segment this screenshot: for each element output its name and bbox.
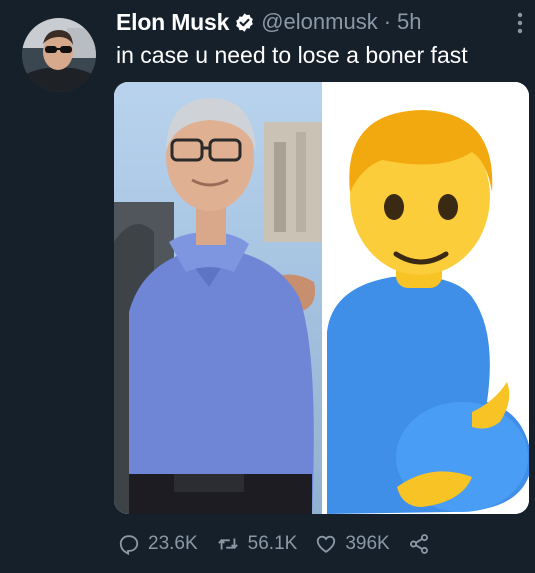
media-photo[interactable] — [114, 82, 322, 514]
tweet[interactable]: Elon Musk @elonmusk · 5h in case u need … — [0, 0, 535, 573]
reply-button[interactable]: 23.6K — [118, 533, 198, 555]
separator-dot: · — [383, 9, 392, 34]
retweet-icon — [217, 538, 238, 550]
retweet-count: 56.1K — [247, 533, 298, 554]
heart-icon — [317, 535, 336, 553]
share-icon — [409, 534, 428, 554]
reply-count: 23.6K — [148, 533, 198, 554]
author-handle[interactable]: @elonmusk — [261, 9, 378, 35]
verified-badge-icon — [234, 12, 255, 33]
tweet-media[interactable] — [114, 82, 529, 514]
avatar[interactable] — [22, 18, 96, 92]
like-count: 396K — [345, 533, 390, 554]
share-button[interactable] — [408, 533, 430, 555]
pregnant-man-emoji[interactable] — [322, 82, 529, 514]
tweet-actions: 23.6K 56.1K 396K — [118, 530, 448, 558]
author-name[interactable]: Elon Musk — [116, 9, 229, 36]
reply-icon — [119, 535, 139, 555]
tweet-header: Elon Musk @elonmusk · 5h — [116, 8, 525, 36]
retweet-button[interactable]: 56.1K — [216, 533, 298, 555]
more-vertical-icon[interactable] — [517, 12, 523, 34]
tweet-text: in case u need to lose a boner fast — [116, 42, 468, 68]
like-button[interactable]: 396K — [315, 533, 390, 555]
tweet-time[interactable]: 5h — [397, 9, 421, 35]
